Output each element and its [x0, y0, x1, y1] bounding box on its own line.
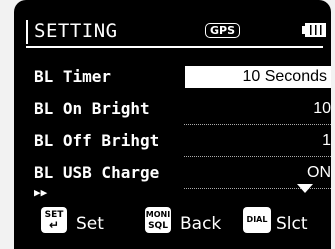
sql-key-text: SQL	[148, 221, 168, 231]
setting-row-bl-on-bright[interactable]: BL On Bright 10	[34, 97, 331, 125]
more-items-indicator: ▶▶	[34, 186, 48, 199]
setting-row-bl-usb-charge[interactable]: BL USB Charge ON	[34, 161, 331, 189]
select-key-label: Slct	[276, 214, 308, 234]
page-title: SETTING	[34, 20, 118, 42]
moni-sql-key-icon[interactable]: MONI SQL	[145, 207, 171, 233]
setting-label: BL Off Brihgt	[34, 131, 160, 150]
enter-arrow-icon: ↵	[48, 218, 60, 232]
setting-value: ON	[307, 164, 331, 181]
set-key-label: Set	[76, 214, 104, 234]
dial-key-text: DIAL	[246, 215, 268, 224]
setting-row-bl-off-bright[interactable]: BL Off Brihgt 1	[34, 129, 331, 157]
gps-badge: GPS	[205, 23, 241, 38]
set-key-icon[interactable]: SET ↵	[41, 207, 67, 233]
setting-value: 1	[322, 132, 331, 149]
header-bar: SETTING GPS	[26, 14, 326, 48]
row-divider	[184, 124, 331, 125]
setting-label: BL On Bright	[34, 99, 150, 118]
dial-key-icon[interactable]: DIAL	[243, 207, 271, 233]
setting-label: BL Timer	[34, 67, 112, 86]
setting-row-bl-timer[interactable]: BL Timer 10 Seconds	[34, 65, 331, 89]
back-key-label: Back	[180, 214, 222, 234]
setting-value: 10	[313, 100, 331, 117]
row-divider	[184, 156, 331, 157]
setting-value: 10 Seconds	[185, 66, 331, 88]
battery-full-icon	[302, 23, 326, 37]
scroll-down-icon[interactable]	[297, 184, 313, 194]
setting-label: BL USB Charge	[34, 163, 160, 182]
moni-key-text: MONI	[145, 210, 171, 219]
header-accent	[26, 20, 28, 44]
device-screen: SETTING GPS BL Timer 10 Seconds BL On Br…	[14, 0, 331, 249]
